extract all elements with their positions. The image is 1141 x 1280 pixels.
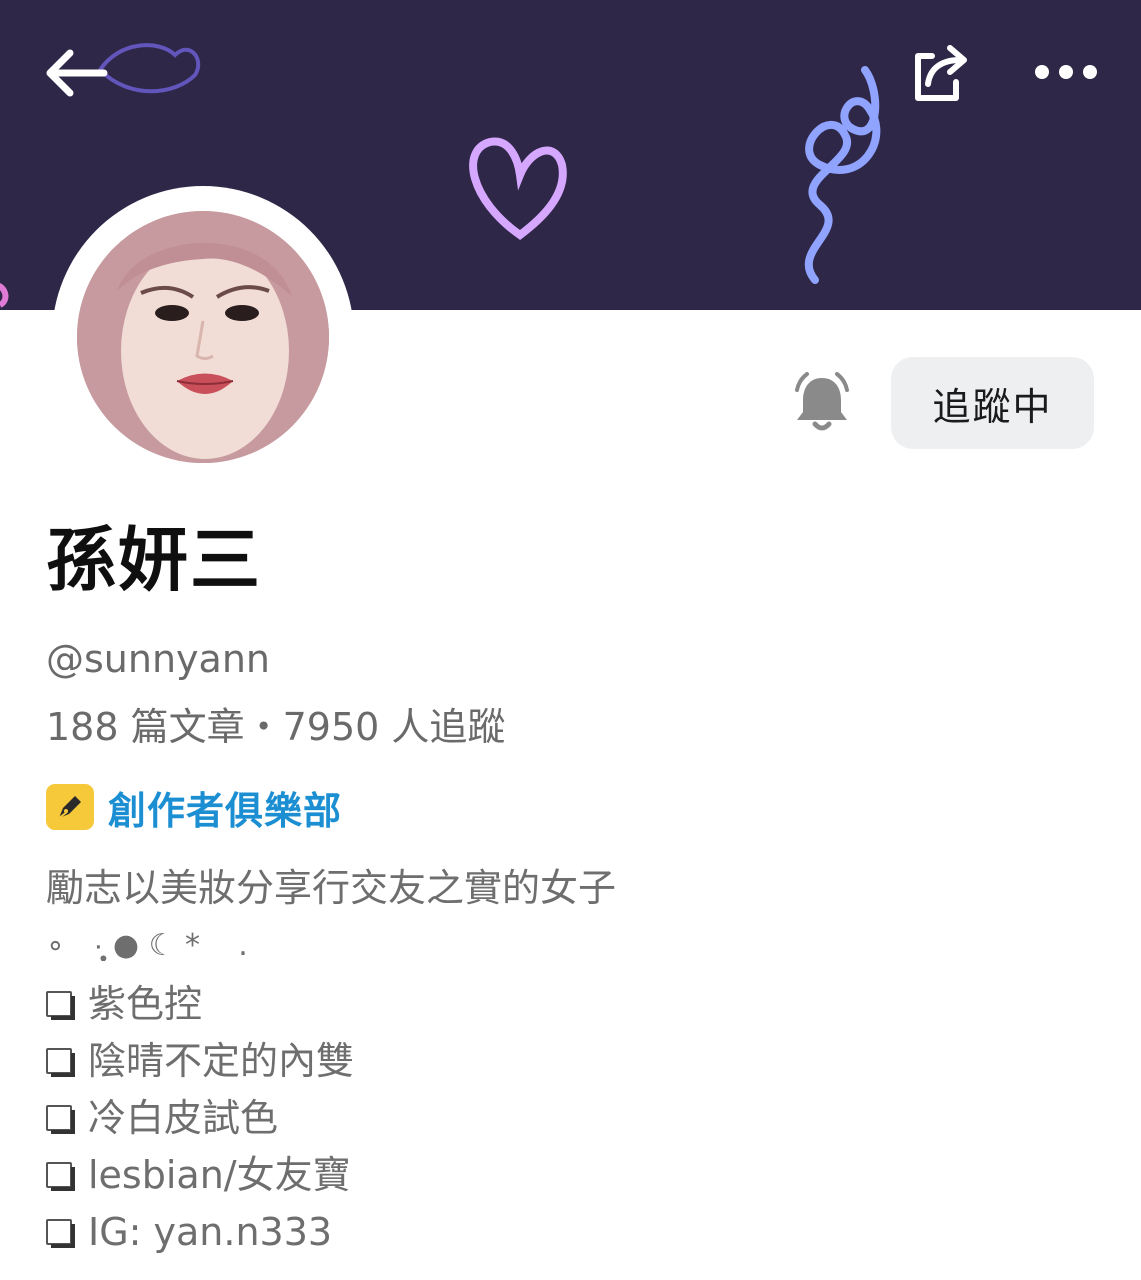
share-icon: [915, 45, 967, 101]
bio-item: 陰晴不定的內雙: [46, 1039, 354, 1083]
bio-item: IG: yan.n333: [46, 1210, 332, 1254]
checkbox-icon: [46, 1162, 75, 1191]
profile-name: 孫妍三: [46, 519, 262, 601]
creator-club-label: 創作者俱樂部: [108, 788, 343, 833]
notification-bell-button[interactable]: [786, 366, 858, 438]
checkbox-icon: [46, 1048, 75, 1077]
more-options-button[interactable]: [1024, 44, 1108, 100]
profile-handle: @sunnyann: [46, 637, 270, 681]
following-button[interactable]: 追蹤中: [891, 357, 1094, 449]
bio-item: lesbian/女友寶: [46, 1153, 351, 1197]
bio-line-1: 勵志以美妝分享行交友之實的女子: [46, 866, 617, 910]
more-dots-icon: [1035, 65, 1097, 79]
back-button[interactable]: [36, 38, 116, 108]
arrow-left-icon: [46, 49, 108, 97]
pen-badge-icon: [46, 784, 94, 830]
share-button[interactable]: [900, 36, 980, 110]
checkbox-icon: [46, 991, 75, 1020]
avatar-portrait: [77, 211, 329, 463]
bio-item-label: IG: yan.n333: [88, 1210, 333, 1254]
bio-item: 紫色控: [46, 982, 202, 1026]
bio-line-2: ∘ ·̩̩̥͙ ● ☾ * .: [46, 928, 248, 963]
bio-item-label: lesbian/女友寶: [88, 1153, 351, 1197]
bio-item-label: 冷白皮試色: [88, 1096, 279, 1140]
checkbox-icon: [46, 1105, 75, 1134]
checkbox-icon: [46, 1219, 75, 1248]
avatar[interactable]: [77, 211, 329, 463]
bio-item-label: 陰晴不定的內雙: [88, 1039, 355, 1083]
profile-stats: 188 篇文章・7950 人追蹤: [46, 705, 506, 749]
bio-item: 冷白皮試色: [46, 1096, 278, 1140]
bio-item-label: 紫色控: [88, 982, 203, 1026]
bell-icon: [795, 372, 849, 431]
creator-club-badge[interactable]: 創作者俱樂部: [46, 782, 343, 833]
